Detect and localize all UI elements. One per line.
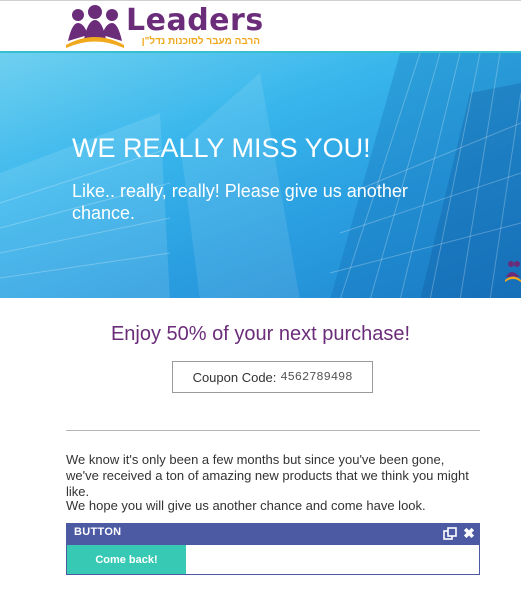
offer-headline: Enjoy 50% of your next purchase!	[110, 323, 411, 345]
block-editor-body: Come back!	[66, 545, 480, 575]
block-type-label: BUTTON	[74, 526, 122, 538]
divider	[66, 430, 480, 431]
logo-wordmark: Leaders	[126, 3, 264, 38]
skyscraper-background-image	[0, 53, 521, 298]
logo-watermark-icon	[505, 261, 521, 282]
duplicate-icon[interactable]	[443, 527, 457, 541]
hero-banner: WE REALLY MISS YOU! Like.. really, reall…	[0, 51, 521, 298]
body-paragraph-1: We know it's only been a few months but …	[66, 452, 469, 499]
email-header: Leaders הרבה מעבר לסוכנות נדל"ן	[0, 0, 521, 51]
coupon-label: Coupon Code:	[192, 369, 277, 385]
leaders-logo[interactable]: Leaders הרבה מעבר לסוכנות נדל"ן	[64, 3, 264, 49]
block-editor-toolbar[interactable]: BUTTON ✖	[66, 523, 480, 545]
close-icon[interactable]: ✖	[462, 524, 476, 542]
coupon-code: 4562789498	[280, 370, 353, 384]
hero-title: WE REALLY MISS YOU!	[72, 133, 371, 163]
hero-subtitle: Like.. really, really! Please give us an…	[72, 181, 408, 223]
coupon-box: Coupon Code: 4562789498	[172, 361, 373, 393]
body-paragraph-2: We hope you will give us another chance …	[66, 498, 426, 513]
logo-tagline: הרבה מעבר לסוכנות נדל"ן	[141, 36, 260, 47]
people-group-logo-icon	[66, 5, 124, 48]
come-back-button[interactable]: Come back!	[67, 545, 186, 574]
